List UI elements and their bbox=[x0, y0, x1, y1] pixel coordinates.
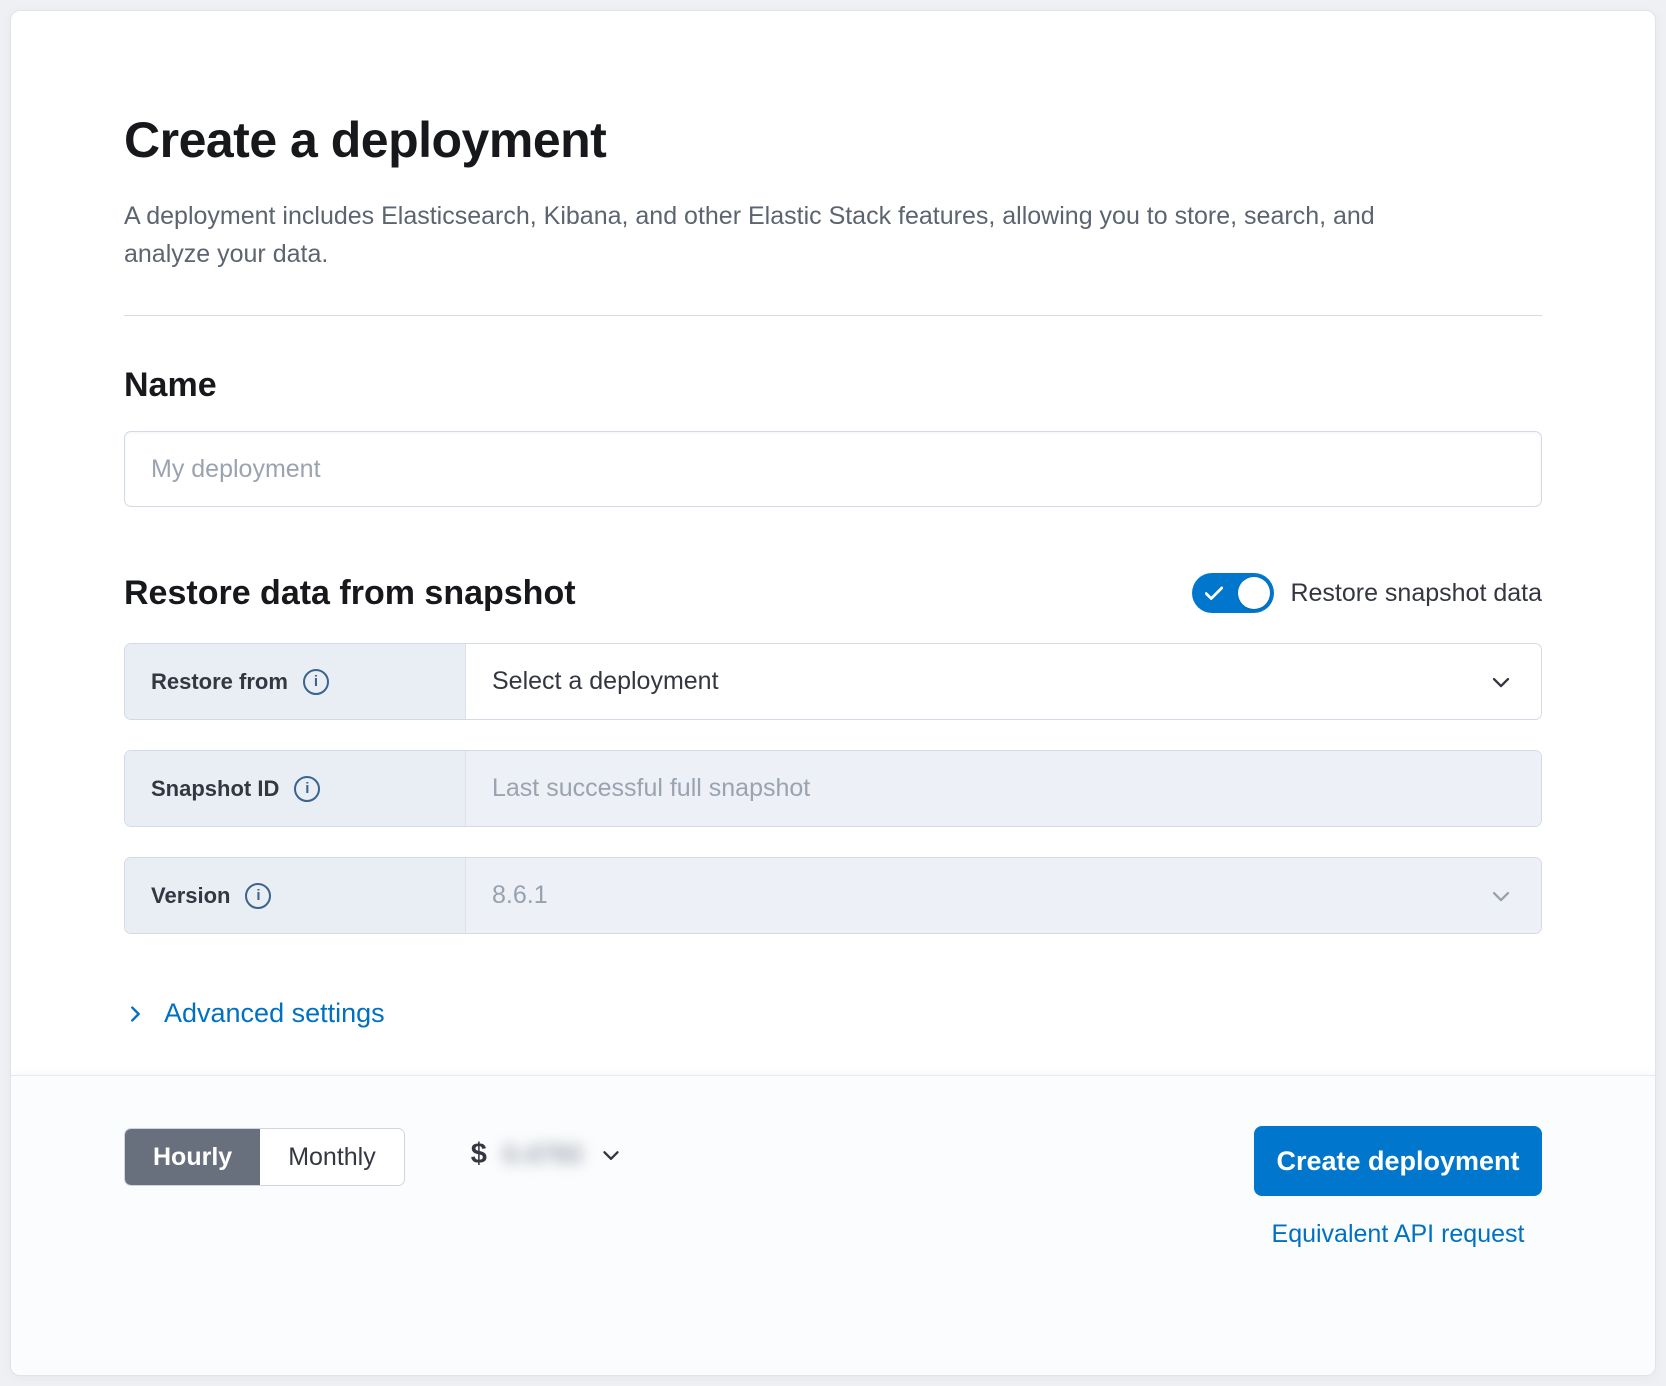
restore-from-label-cell: Restore from i bbox=[125, 644, 466, 719]
restore-snapshot-toggle-group: Restore snapshot data bbox=[1192, 573, 1542, 613]
monthly-button[interactable]: Monthly bbox=[260, 1129, 404, 1185]
billing-interval-toggle: Hourly Monthly bbox=[124, 1128, 405, 1186]
snapshot-id-row: Snapshot ID i bbox=[124, 750, 1542, 827]
version-value: 8.6.1 bbox=[492, 881, 548, 910]
chevron-down-icon bbox=[598, 1142, 624, 1168]
toggle-knob bbox=[1238, 577, 1270, 609]
restore-from-select[interactable]: Select a deployment bbox=[466, 644, 1541, 719]
info-icon[interactable]: i bbox=[303, 669, 329, 695]
divider bbox=[124, 315, 1542, 316]
price-amount-blurred: 0.4793 bbox=[503, 1139, 583, 1170]
restore-from-value: Select a deployment bbox=[492, 667, 719, 696]
restore-snapshot-toggle-label: Restore snapshot data bbox=[1290, 579, 1542, 608]
chevron-right-icon bbox=[124, 1003, 146, 1025]
version-label-cell: Version i bbox=[125, 858, 466, 933]
version-row: Version i 8.6.1 bbox=[124, 857, 1542, 934]
chevron-down-icon bbox=[1487, 882, 1515, 910]
chevron-down-icon bbox=[1487, 668, 1515, 696]
footer-actions: Create deployment Equivalent API request bbox=[1254, 1126, 1542, 1249]
snapshot-id-label-cell: Snapshot ID i bbox=[125, 751, 466, 826]
footer-bar: Hourly Monthly $ 0.4793 Create deploymen… bbox=[11, 1075, 1655, 1375]
restore-snapshot-toggle[interactable] bbox=[1192, 573, 1274, 613]
snapshot-section-heading: Restore data from snapshot bbox=[124, 574, 576, 613]
deployment-name-input[interactable] bbox=[124, 431, 1542, 507]
main-content: Create a deployment A deployment include… bbox=[11, 11, 1655, 1075]
hourly-button[interactable]: Hourly bbox=[125, 1129, 260, 1185]
page-subtitle: A deployment includes Elasticsearch, Kib… bbox=[124, 197, 1409, 273]
check-icon bbox=[1205, 586, 1223, 601]
snapshot-id-label: Snapshot ID bbox=[151, 776, 279, 802]
currency-symbol: $ bbox=[471, 1138, 487, 1171]
version-select[interactable]: 8.6.1 bbox=[466, 858, 1541, 933]
info-icon[interactable]: i bbox=[245, 883, 271, 909]
version-label: Version bbox=[151, 883, 230, 909]
restore-from-row: Restore from i Select a deployment bbox=[124, 643, 1542, 720]
price-dropdown[interactable]: $ 0.4793 bbox=[471, 1138, 625, 1171]
restore-from-label: Restore from bbox=[151, 669, 288, 695]
snapshot-section-header: Restore data from snapshot Restore snaps… bbox=[124, 573, 1542, 613]
page-title: Create a deployment bbox=[124, 111, 1542, 169]
snapshot-id-control bbox=[466, 751, 1541, 826]
create-deployment-card: Create a deployment A deployment include… bbox=[10, 10, 1656, 1376]
snapshot-id-input[interactable] bbox=[492, 774, 1515, 803]
name-section-heading: Name bbox=[124, 366, 1542, 405]
advanced-settings-link[interactable]: Advanced settings bbox=[124, 998, 385, 1029]
info-icon[interactable]: i bbox=[294, 776, 320, 802]
equivalent-api-request-link[interactable]: Equivalent API request bbox=[1272, 1220, 1525, 1249]
advanced-settings-label: Advanced settings bbox=[164, 998, 385, 1029]
create-deployment-button[interactable]: Create deployment bbox=[1254, 1126, 1542, 1196]
